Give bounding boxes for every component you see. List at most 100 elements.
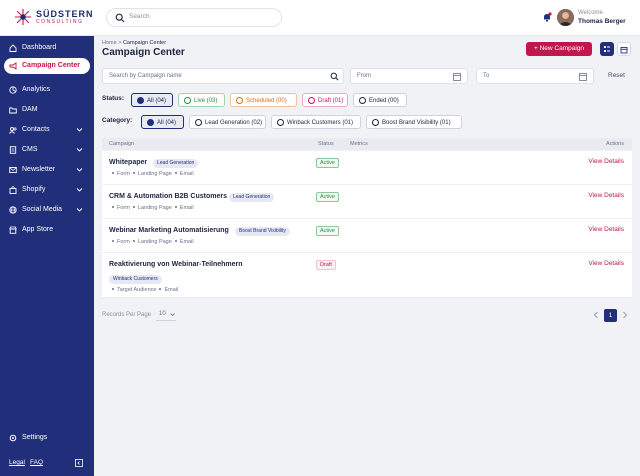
- campaign-name[interactable]: Reaktivierung von Webinar-Teilnehmern: [109, 261, 243, 268]
- status-chip-ended[interactable]: Ended (00): [353, 93, 407, 107]
- global-search-input[interactable]: Search: [106, 8, 282, 27]
- view-details-link[interactable]: View Details: [588, 260, 624, 267]
- campaign-name[interactable]: Whitepaper: [109, 159, 147, 166]
- sidebar-item-dashboard[interactable]: Dashboard: [4, 40, 90, 56]
- table-row[interactable]: Reaktivierung von Webinar-Teilnehmern Win…: [102, 253, 632, 298]
- page-number-button[interactable]: 1: [604, 309, 617, 322]
- view-details-link[interactable]: View Details: [588, 226, 624, 233]
- sidebar-item-cms[interactable]: CMS: [4, 142, 90, 158]
- chip-label: Draft (01): [318, 97, 344, 104]
- campaign-channels: Form Landing Page Email: [109, 205, 194, 211]
- campaign-name[interactable]: CRM & Automation B2B Customers: [109, 193, 227, 200]
- status-badge: Active: [316, 158, 339, 168]
- sidebar-item-shopify[interactable]: Shopify: [4, 182, 90, 198]
- legal-link[interactable]: Legal: [9, 459, 25, 466]
- next-page-icon[interactable]: [622, 311, 628, 319]
- campaign-name[interactable]: Webinar Marketing Automatisierung: [109, 227, 229, 234]
- table-row[interactable]: Whitepaper Lead Generation Form Landing Pag…: [102, 151, 632, 185]
- sidebar-item-social-media[interactable]: Social Media: [4, 202, 90, 218]
- chip-label: Lead Generation (02): [205, 119, 263, 126]
- to-date-field[interactable]: To: [476, 68, 594, 84]
- radio-icon: [359, 97, 366, 104]
- category-tag: Lead Generation: [229, 193, 275, 202]
- status-chip-live[interactable]: Live (03): [178, 93, 225, 107]
- sidebar-item-label: CMS: [22, 146, 38, 153]
- sidebar-item-analytics[interactable]: Analytics: [4, 82, 90, 98]
- campaign-search-placeholder: Search by Campaign name: [109, 73, 182, 79]
- gear-icon: [9, 434, 17, 442]
- user-name[interactable]: Thomas Berger: [578, 18, 626, 25]
- chip-label: Boost Brand Visibility (01): [382, 119, 451, 126]
- view-details-link[interactable]: View Details: [588, 158, 624, 165]
- category-chip-all[interactable]: All (04): [141, 115, 184, 129]
- campaign-channels: Form Landing Page Email: [109, 239, 194, 245]
- channel-label: Email: [164, 287, 179, 293]
- sidebar-item-dam[interactable]: DAM: [4, 102, 90, 118]
- previous-page-icon[interactable]: [593, 311, 599, 319]
- chevron-down-icon: [76, 208, 83, 212]
- user-avatar[interactable]: [557, 9, 574, 26]
- bullet-icon: [112, 206, 114, 209]
- chevron-down-icon: [76, 128, 83, 132]
- globe-icon: [9, 206, 17, 214]
- list-view-button[interactable]: [600, 42, 614, 56]
- from-date-field[interactable]: From: [350, 68, 468, 84]
- category-tag: Boost Brand Visibility: [235, 227, 290, 236]
- sidebar-item-label: Dashboard: [22, 44, 57, 51]
- status-chip-scheduled[interactable]: Scheduled (00): [230, 93, 297, 107]
- category-chip-boost-brand-visibility[interactable]: Boost Brand Visibility (01): [366, 115, 462, 129]
- bullet-icon: [112, 240, 114, 243]
- records-per-page-select[interactable]: 10: [156, 309, 176, 321]
- bullet-icon: [112, 288, 114, 291]
- folder-icon: [9, 107, 17, 114]
- search-icon: [115, 13, 125, 23]
- sidebar-item-newsletter[interactable]: Newsletter: [4, 162, 90, 178]
- chevron-down-icon: [170, 313, 175, 317]
- contacts-icon: [9, 127, 17, 134]
- chip-label: All (04): [157, 119, 177, 126]
- category-tag: Lead Generation: [153, 159, 199, 168]
- sidebar-item-contacts[interactable]: Contacts: [4, 122, 90, 138]
- bullet-icon: [132, 206, 135, 209]
- sidebar-item-campaign-center[interactable]: Campaign Center: [4, 58, 90, 74]
- welcome-text: Welcome: [578, 10, 603, 16]
- category-chip-winback-customers[interactable]: Winback Customers (01): [271, 115, 361, 129]
- chip-label: Ended (00): [369, 97, 399, 104]
- records-per-page-label: Records Per Page: [102, 312, 152, 318]
- megaphone-icon: [9, 62, 17, 70]
- breadcrumb-home[interactable]: Home: [102, 40, 117, 46]
- campaign-channels: Form Landing Page Email: [109, 171, 194, 177]
- channel-label: Email: [179, 239, 194, 245]
- column-header-status: Status: [318, 141, 334, 147]
- table-row[interactable]: Webinar Marketing Automatisierung Boost B…: [102, 219, 632, 253]
- status-chip-draft[interactable]: Draft (01): [302, 93, 348, 107]
- faq-link[interactable]: FAQ: [30, 459, 43, 466]
- channel-label: Landing Page: [137, 205, 172, 211]
- reset-filters-button[interactable]: Reset: [608, 72, 625, 79]
- sidebar-item-settings[interactable]: Settings: [4, 430, 90, 446]
- sidebar-item-label: Analytics: [22, 86, 51, 93]
- sidebar-item-label: Shopify: [22, 186, 46, 193]
- brand-logo[interactable]: SÜDSTERN CONSULTING: [14, 7, 94, 29]
- notification-bell-icon[interactable]: [542, 12, 552, 22]
- category-filter-label: Category:: [102, 117, 133, 124]
- sidebar-item-app-store[interactable]: App Store: [4, 222, 90, 238]
- campaign-search-input[interactable]: Search by Campaign name: [102, 68, 344, 84]
- category-chip-lead-generation[interactable]: Lead Generation (02): [189, 115, 266, 129]
- calendar-view-button[interactable]: [617, 42, 631, 56]
- status-chip-all[interactable]: All (04): [131, 93, 173, 107]
- collapse-sidebar-icon[interactable]: [75, 459, 83, 467]
- star-logo-icon: [14, 8, 32, 26]
- sidebar-item-label: App Store: [22, 226, 54, 233]
- view-details-link[interactable]: View Details: [588, 192, 624, 199]
- sidebar-item-label: Newsletter: [22, 166, 56, 173]
- table-row[interactable]: CRM & Automation B2B Customers Lead Gener…: [102, 185, 632, 219]
- radio-icon: [308, 97, 315, 104]
- table-header: Campaign Status Metrics Actions: [102, 138, 632, 150]
- breadcrumb: Home > Campaign Center: [102, 40, 166, 46]
- radio-icon: [372, 119, 379, 126]
- new-campaign-button[interactable]: + New Campaign: [526, 42, 592, 56]
- bullet-icon: [174, 206, 177, 209]
- sidebar-item-label: Settings: [22, 434, 48, 441]
- radio-icon: [277, 119, 284, 126]
